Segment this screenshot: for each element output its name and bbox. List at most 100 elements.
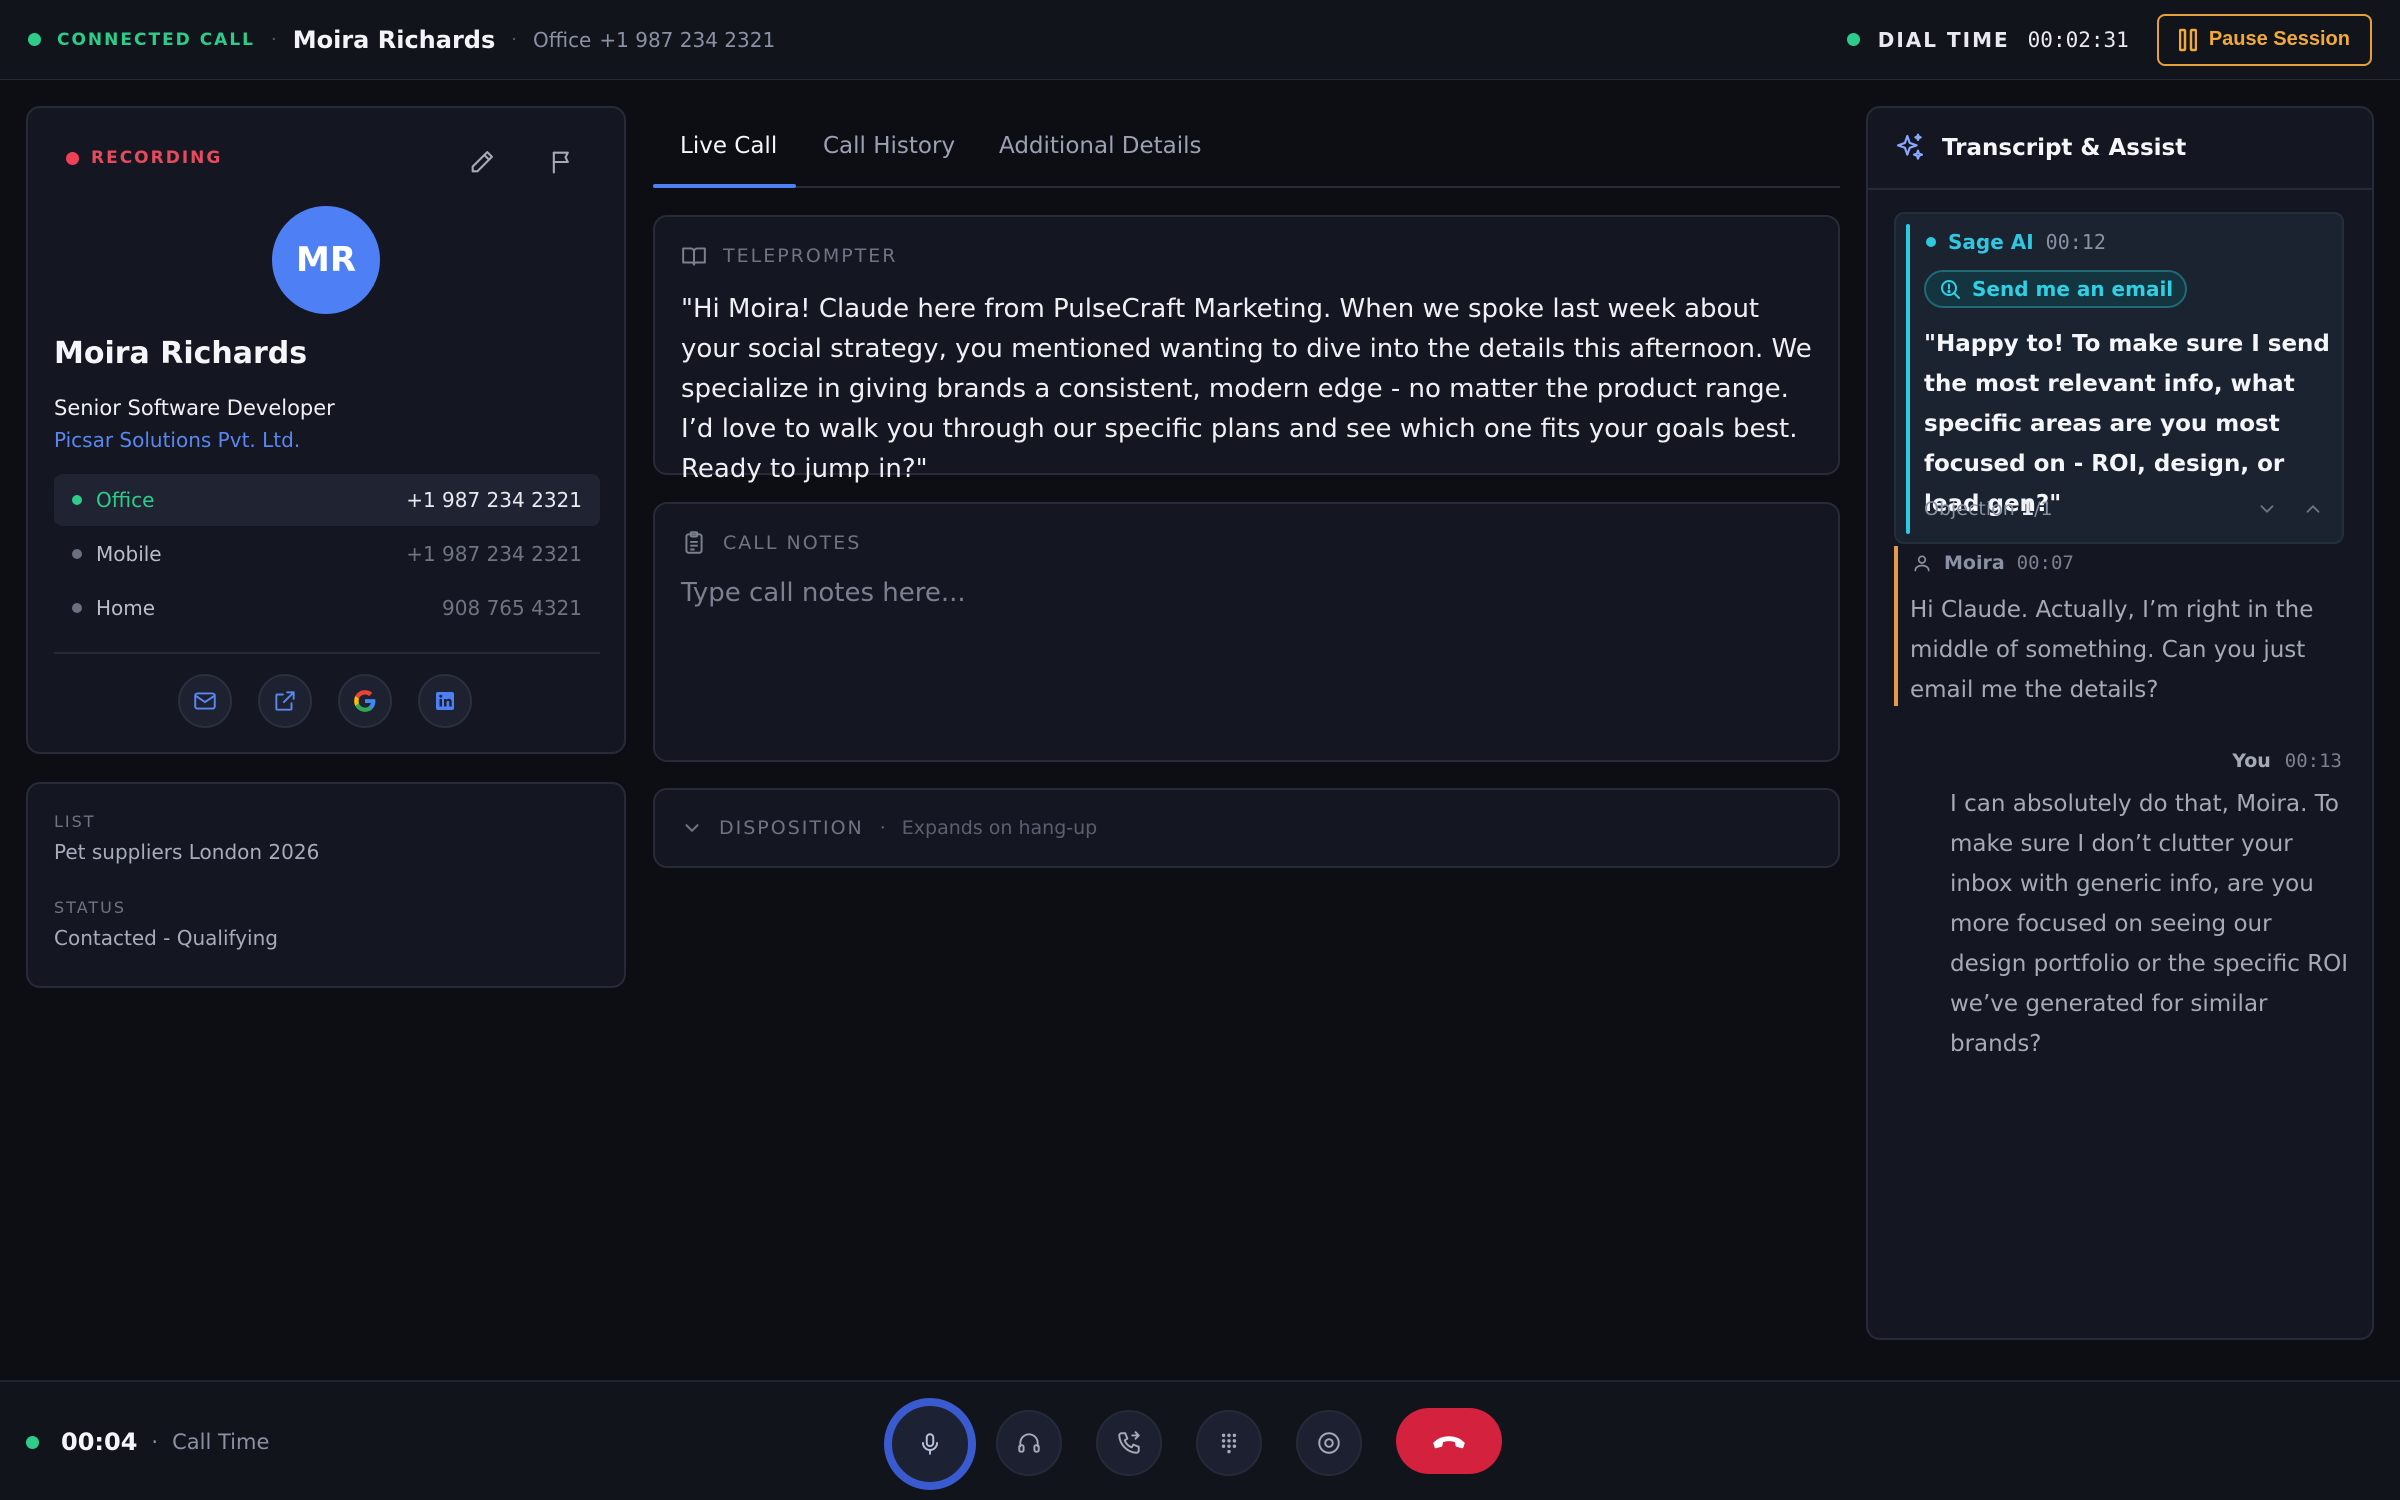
connected-status-dot	[28, 33, 41, 46]
status-label: STATUS	[54, 898, 127, 917]
hang-up-button[interactable]	[1396, 1408, 1502, 1474]
speaker-name: Moira	[1944, 552, 2005, 574]
message-text: Hi Claude. Actually, I’m right in the mi…	[1910, 597, 2314, 703]
mute-button[interactable]	[884, 1398, 976, 1490]
dial-time-value: 00:02:31	[2027, 27, 2129, 52]
ai-timestamp: 00:12	[2045, 230, 2106, 254]
header-phone-type: Office	[532, 27, 592, 52]
linkedin-icon	[436, 692, 454, 710]
message-timestamp: 00:07	[2016, 552, 2074, 574]
pause-icon	[2178, 28, 2197, 52]
teleprompter-title: TELEPROMPTER	[723, 245, 898, 267]
divider	[1868, 188, 2372, 190]
sparkles-icon	[1896, 133, 1924, 160]
google-icon	[354, 690, 376, 712]
call-status-dot	[26, 1435, 39, 1449]
speaker-name: You	[2232, 750, 2271, 772]
transcript-panel: Transcript & Assist Sage AI 00:12 Send m…	[1866, 106, 2374, 1340]
search-alert-icon	[1941, 280, 1960, 299]
main-tabs: Live Call Call History Additional Detail…	[653, 104, 1840, 188]
call-notes-input[interactable]: Type call notes here...	[681, 578, 966, 608]
status-value: Contacted - Qualifying	[54, 926, 278, 950]
transfer-call-button[interactable]	[1096, 1410, 1162, 1476]
call-notes-card: CALL NOTES Type call notes here...	[653, 502, 1840, 762]
phone-row-home[interactable]: Home 908 765 4321	[54, 582, 600, 634]
chevron-down-icon	[685, 824, 699, 832]
next-objection-button[interactable]	[2256, 498, 2278, 520]
phone-status-dot	[72, 549, 82, 559]
recording-dot	[66, 151, 79, 165]
separator: ·	[511, 29, 517, 50]
phone-label: Office	[96, 488, 155, 512]
phone-status-dot	[72, 495, 82, 505]
pause-session-button[interactable]: Pause Session	[2156, 13, 2372, 66]
phone-number: 908 765 4321	[442, 596, 582, 620]
separator: ·	[271, 29, 277, 50]
ai-name: Sage AI	[1948, 230, 2034, 254]
contact-company-link[interactable]: Picsar Solutions Pvt. Ltd.	[54, 428, 300, 452]
disposition-panel[interactable]: DISPOSITION · Expands on hang-up	[653, 788, 1840, 868]
phone-number: +1 987 234 2321	[406, 488, 582, 512]
disposition-hint: Expands on hang-up	[901, 817, 1098, 839]
teleprompter-card: TELEPROMPTER "Hi Moira! Claude here from…	[653, 215, 1840, 484]
contact-accent-bar	[1894, 546, 1898, 706]
objection-tag: Send me an email	[1924, 270, 2188, 308]
phone-forward-icon	[1118, 1431, 1140, 1454]
call-time-value: 00:04	[61, 1428, 138, 1456]
tab-call-history[interactable]: Call History	[823, 104, 955, 188]
separator: ·	[879, 817, 886, 839]
pause-session-label: Pause Session	[2208, 28, 2350, 50]
phone-status-dot	[72, 603, 82, 613]
list-label: LIST	[54, 812, 96, 831]
contact-name: Moira Richards	[54, 336, 308, 371]
phone-number: +1 987 234 2321	[406, 542, 582, 566]
divider	[54, 652, 600, 654]
phone-list: Office +1 987 234 2321 Mobile +1 987 234…	[54, 474, 600, 636]
transcript-title: Transcript & Assist	[1942, 135, 2187, 161]
headset-button[interactable]	[996, 1410, 1062, 1476]
contact-card: RECORDING MR Moira Richards Senior Softw…	[26, 106, 626, 754]
flag-contact-button[interactable]	[538, 138, 586, 186]
separator: ·	[151, 1430, 159, 1454]
header-phone-number: +1 987 234 2321	[599, 27, 776, 52]
chevron-down-icon	[2260, 505, 2274, 513]
mail-icon	[194, 692, 216, 710]
call-notes-title: CALL NOTES	[723, 532, 862, 554]
microphone-icon	[921, 1433, 939, 1455]
phone-label: Home	[96, 596, 156, 620]
disposition-title: DISPOSITION	[719, 817, 864, 839]
phone-row-mobile[interactable]: Mobile +1 987 234 2321	[54, 528, 600, 580]
message-timestamp: 00:13	[2284, 750, 2342, 772]
phone-row-office[interactable]: Office +1 987 234 2321	[54, 474, 600, 526]
avatar: MR	[272, 206, 380, 314]
list-value: Pet suppliers London 2026	[54, 840, 320, 864]
chevron-up-icon	[2306, 505, 2320, 513]
google-search-button[interactable]	[338, 674, 392, 728]
tab-additional-details[interactable]: Additional Details	[999, 104, 1202, 188]
objection-total: /1	[2034, 498, 2053, 520]
header-contact-name: Moira Richards	[292, 25, 496, 54]
record-button[interactable]	[1296, 1410, 1362, 1476]
top-bar: CONNECTED CALL · Moira Richards · Office…	[0, 0, 2400, 80]
flag-icon	[552, 151, 569, 174]
message-text: I can absolutely do that, Moira. To make…	[1950, 791, 2349, 1057]
headset-icon	[1018, 1433, 1040, 1453]
edit-contact-button[interactable]	[458, 138, 506, 186]
keypad-icon	[1221, 1433, 1237, 1454]
linkedin-button[interactable]	[418, 674, 472, 728]
tab-live-call[interactable]: Live Call	[680, 104, 777, 188]
ai-status-dot	[1926, 237, 1936, 247]
clipboard-icon	[685, 531, 703, 554]
ai-suggestion-card: Sage AI 00:12 Send me an email "Happy to…	[1894, 212, 2344, 544]
dial-time-label: DIAL TIME	[1877, 27, 2010, 52]
call-time-label: Call Time	[172, 1430, 270, 1454]
previous-objection-button[interactable]	[2302, 498, 2324, 520]
email-button[interactable]	[178, 674, 232, 728]
contact-title: Senior Software Developer	[54, 396, 335, 420]
recording-indicator: RECORDING	[66, 148, 222, 168]
open-link-button[interactable]	[258, 674, 312, 728]
active-tab-indicator	[653, 184, 796, 188]
keypad-button[interactable]	[1196, 1410, 1262, 1476]
ai-accent-bar	[1906, 224, 1910, 534]
objection-counter: Objection 1/1	[1924, 498, 2053, 520]
